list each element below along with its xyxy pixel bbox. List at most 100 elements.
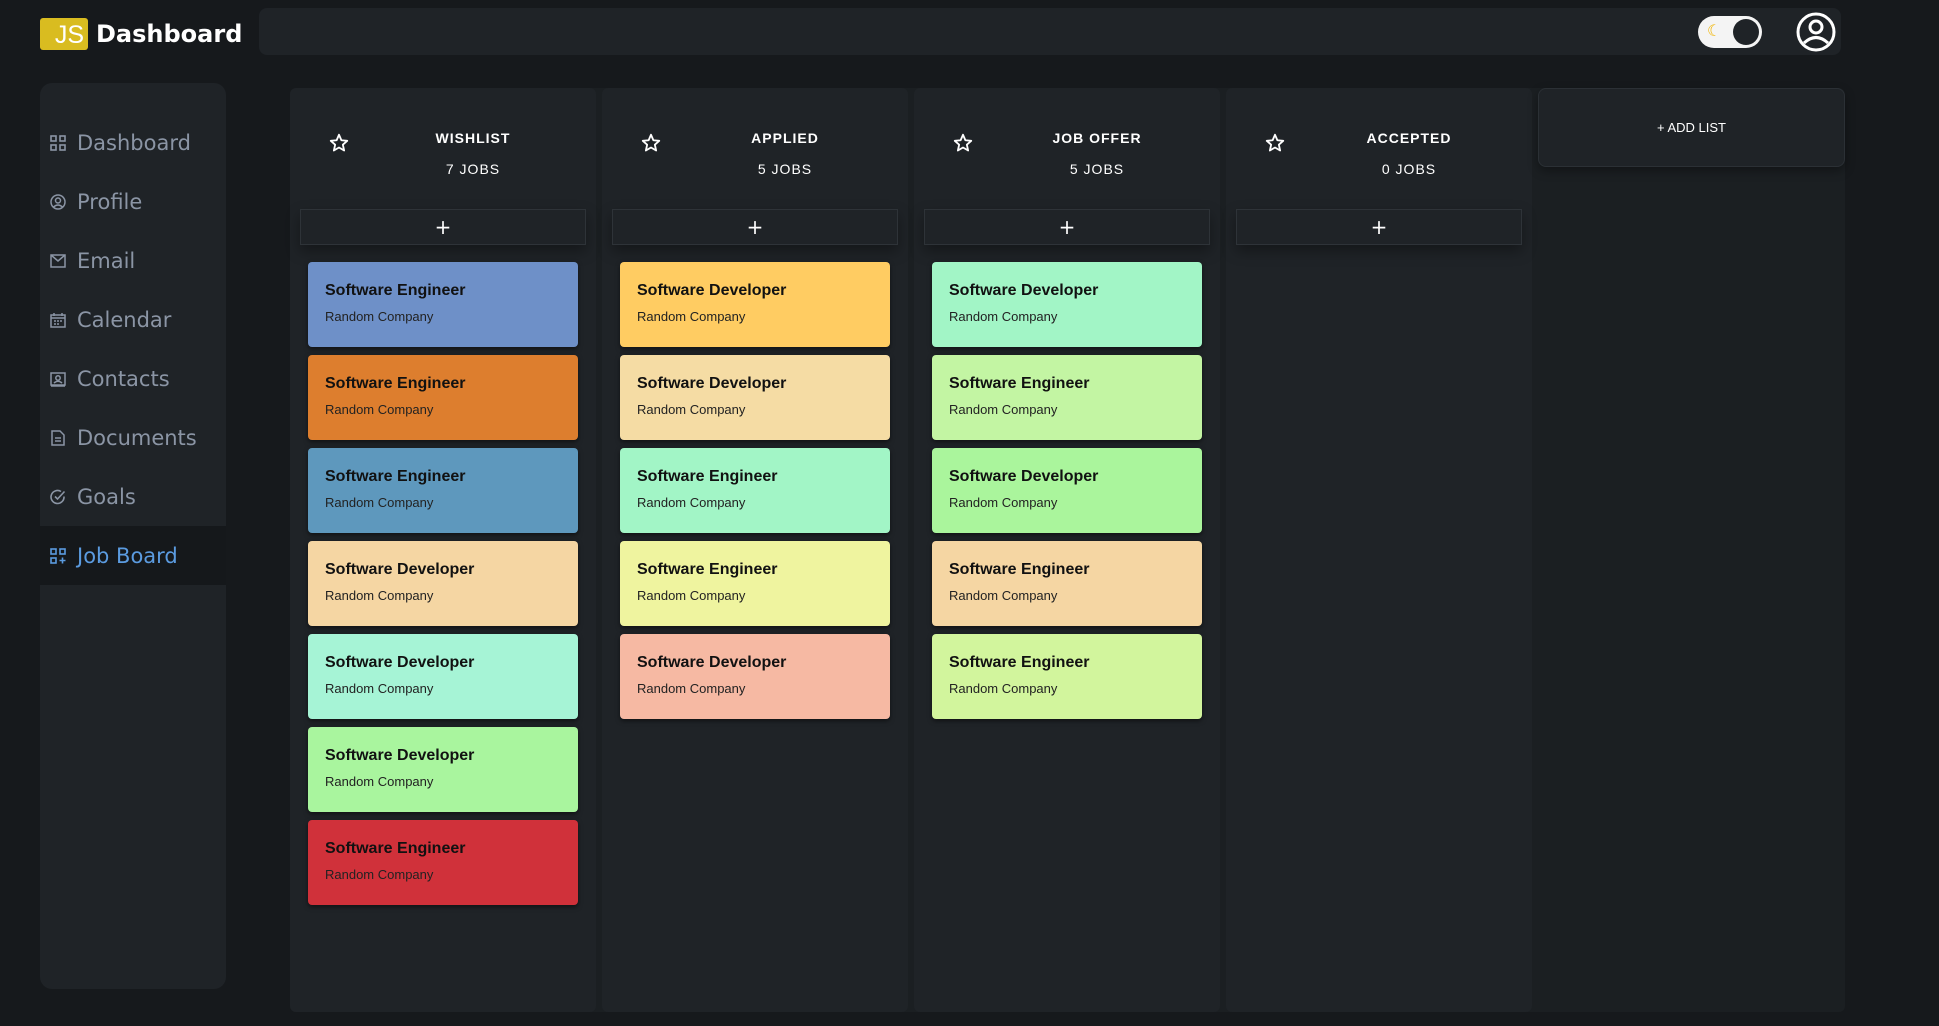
job-card[interactable]: Software Engineer Random Company bbox=[620, 448, 890, 533]
add-list-button[interactable]: + ADD LIST bbox=[1538, 88, 1845, 167]
job-company: Random Company bbox=[637, 309, 746, 324]
job-card[interactable]: Software Engineer Random Company bbox=[308, 262, 578, 347]
brand-title: Dashboard bbox=[96, 20, 243, 48]
job-card[interactable]: Software Developer Random Company bbox=[308, 634, 578, 719]
job-card[interactable]: Software Developer Random Company bbox=[620, 634, 890, 719]
column-header: APPLIED 5 JOBS bbox=[602, 88, 908, 208]
board-add-icon bbox=[49, 547, 67, 565]
column-wishlist: WISHLIST 7 JOBS + Software Engineer Rand… bbox=[290, 88, 596, 1012]
sidebar-item-label: Dashboard bbox=[77, 130, 191, 155]
column-applied: APPLIED 5 JOBS + Software Developer Rand… bbox=[602, 88, 908, 1012]
job-card[interactable]: Software Engineer Random Company bbox=[308, 448, 578, 533]
calendar-icon bbox=[49, 311, 67, 329]
job-card[interactable]: Software Engineer Random Company bbox=[932, 541, 1202, 626]
column-count: 5 JOBS bbox=[1069, 161, 1125, 177]
sidebar-item-label: Documents bbox=[77, 425, 197, 450]
sidebar-item-goals[interactable]: Goals bbox=[40, 467, 226, 526]
job-card[interactable]: Software Developer Random Company bbox=[932, 262, 1202, 347]
column-count: 7 JOBS bbox=[445, 161, 501, 177]
moon-icon: ☾ bbox=[1707, 21, 1722, 40]
job-company: Random Company bbox=[325, 309, 434, 324]
job-title: Software Developer bbox=[325, 654, 475, 671]
sidebar-item-profile[interactable]: Profile bbox=[40, 172, 226, 231]
star-icon[interactable] bbox=[328, 132, 350, 154]
job-title: Software Engineer bbox=[325, 375, 466, 392]
job-title: Software Developer bbox=[637, 282, 787, 299]
add-job-button[interactable]: + bbox=[300, 209, 586, 245]
column-header: ACCEPTED 0 JOBS bbox=[1226, 88, 1532, 208]
user-circle-icon[interactable] bbox=[1795, 11, 1837, 53]
add-job-button[interactable]: + bbox=[1236, 209, 1522, 245]
sidebar-item-job-board[interactable]: Job Board bbox=[40, 526, 226, 585]
job-card[interactable]: Software Engineer Random Company bbox=[932, 355, 1202, 440]
job-title: Software Engineer bbox=[325, 840, 466, 857]
column-title: ACCEPTED bbox=[1366, 130, 1452, 146]
job-company: Random Company bbox=[637, 495, 746, 510]
job-title: Software Developer bbox=[637, 654, 787, 671]
envelope-icon bbox=[49, 252, 67, 270]
star-icon[interactable] bbox=[640, 132, 662, 154]
job-title: Software Developer bbox=[325, 561, 475, 578]
star-icon[interactable] bbox=[952, 132, 974, 154]
star-icon[interactable] bbox=[1264, 132, 1286, 154]
job-company: Random Company bbox=[949, 309, 1058, 324]
job-company: Random Company bbox=[325, 402, 434, 417]
column-title: JOB OFFER bbox=[1052, 130, 1142, 146]
sidebar-item-email[interactable]: Email bbox=[40, 231, 226, 290]
job-title: Software Engineer bbox=[637, 468, 778, 485]
column-title: WISHLIST bbox=[435, 130, 511, 146]
sidebar-item-dashboard[interactable]: Dashboard bbox=[40, 113, 226, 172]
card-list: Software Developer Random Company Softwa… bbox=[620, 262, 890, 727]
job-title: Software Developer bbox=[325, 747, 475, 764]
job-company: Random Company bbox=[325, 588, 434, 603]
sidebar: Dashboard Profile Email Calendar Contact… bbox=[40, 83, 226, 989]
theme-toggle[interactable]: ☾ bbox=[1698, 16, 1762, 48]
job-card[interactable]: Software Developer Random Company bbox=[620, 355, 890, 440]
column-accepted: ACCEPTED 0 JOBS + bbox=[1226, 88, 1532, 1012]
job-card[interactable]: Software Developer Random Company bbox=[308, 541, 578, 626]
job-card[interactable]: Software Developer Random Company bbox=[932, 448, 1202, 533]
add-job-button[interactable]: + bbox=[612, 209, 898, 245]
sidebar-item-label: Calendar bbox=[77, 307, 172, 332]
document-icon bbox=[49, 429, 67, 447]
job-title: Software Engineer bbox=[637, 561, 778, 578]
job-company: Random Company bbox=[325, 495, 434, 510]
sidebar-item-label: Job Board bbox=[77, 543, 178, 568]
sidebar-item-label: Contacts bbox=[77, 366, 170, 391]
check-circle-icon bbox=[49, 488, 67, 506]
job-company: Random Company bbox=[949, 681, 1058, 696]
sidebar-item-calendar[interactable]: Calendar bbox=[40, 290, 226, 349]
job-title: Software Engineer bbox=[325, 468, 466, 485]
top-bar bbox=[259, 8, 1841, 55]
contact-card-icon bbox=[49, 370, 67, 388]
job-card[interactable]: Software Engineer Random Company bbox=[932, 634, 1202, 719]
sidebar-item-contacts[interactable]: Contacts bbox=[40, 349, 226, 408]
job-title: Software Engineer bbox=[949, 375, 1090, 392]
job-card[interactable]: Software Developer Random Company bbox=[620, 262, 890, 347]
sidebar-item-documents[interactable]: Documents bbox=[40, 408, 226, 467]
job-company: Random Company bbox=[637, 588, 746, 603]
column-header: JOB OFFER 5 JOBS bbox=[914, 88, 1220, 208]
card-list: Software Developer Random Company Softwa… bbox=[932, 262, 1202, 727]
job-title: Software Developer bbox=[949, 282, 1099, 299]
job-card[interactable]: Software Engineer Random Company bbox=[308, 355, 578, 440]
job-card[interactable]: Software Engineer Random Company bbox=[620, 541, 890, 626]
job-title: Software Engineer bbox=[325, 282, 466, 299]
column-title: APPLIED bbox=[751, 130, 819, 146]
job-company: Random Company bbox=[637, 402, 746, 417]
job-company: Random Company bbox=[637, 681, 746, 696]
job-title: Software Developer bbox=[949, 468, 1099, 485]
job-company: Random Company bbox=[949, 402, 1058, 417]
grid-icon bbox=[49, 134, 67, 152]
job-company: Random Company bbox=[325, 774, 434, 789]
job-title: Software Developer bbox=[637, 375, 787, 392]
add-job-button[interactable]: + bbox=[924, 209, 1210, 245]
brand[interactable]: JS Dashboard bbox=[40, 17, 242, 51]
job-company: Random Company bbox=[949, 588, 1058, 603]
job-card[interactable]: Software Developer Random Company bbox=[308, 727, 578, 812]
sidebar-item-label: Email bbox=[77, 248, 136, 273]
sidebar-item-label: Goals bbox=[77, 484, 136, 509]
column-count: 5 JOBS bbox=[757, 161, 813, 177]
column-header: WISHLIST 7 JOBS bbox=[290, 88, 596, 208]
job-card[interactable]: Software Engineer Random Company bbox=[308, 820, 578, 905]
